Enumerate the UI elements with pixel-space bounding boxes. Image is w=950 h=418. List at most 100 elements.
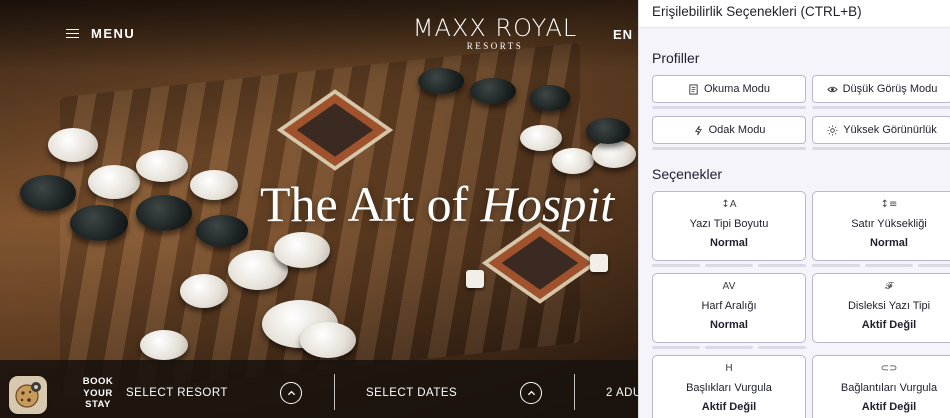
select-dates-dropdown[interactable]: SELECT DATES: [366, 387, 457, 399]
option-level-segment: [812, 264, 860, 267]
checker-black: [70, 205, 128, 241]
profile-indicator: [812, 106, 950, 109]
accessibility-panel: Erişilebilirlik Seçenekleri (CTRL+B) Pro…: [638, 0, 950, 418]
profile-label: Odak Modu: [708, 124, 766, 136]
chevron-up-icon: [527, 390, 535, 395]
reading-mode-button[interactable]: Okuma Modu: [652, 75, 806, 103]
divider: [574, 374, 575, 410]
cookie-icon: [15, 382, 41, 408]
maxx-royal-logo[interactable]: MAXX ROYAL RESORTS: [410, 14, 580, 51]
focus-mode-button[interactable]: Odak Modu: [652, 116, 806, 144]
checker-white: [180, 274, 228, 308]
link-icon: ⊂⊃: [880, 363, 898, 374]
hero-headline: The Art of Hospit: [260, 176, 614, 232]
highlight-headings-option[interactable]: H Başlıkları Vurgula Aktif Değil: [652, 355, 806, 418]
headline-italic: Hospit: [480, 176, 615, 232]
panel-header: Erişilebilirlik Seçenekleri (CTRL+B): [639, 0, 950, 28]
profile-indicator: [652, 106, 806, 109]
option-name: Satır Yüksekliği: [851, 218, 927, 230]
checker-white: [48, 128, 98, 162]
option-state: Normal: [710, 319, 748, 331]
checker-black: [470, 78, 516, 104]
font-size-icon: ↕A: [721, 199, 737, 210]
option-state: Normal: [710, 237, 748, 249]
resort-chevron-button[interactable]: [280, 382, 302, 404]
profile-label: Okuma Modu: [703, 83, 771, 95]
option-level-segment: [758, 346, 806, 349]
profile-indicator: [812, 147, 950, 150]
menu-button[interactable]: MENU: [66, 26, 135, 41]
checker-white: [190, 170, 238, 200]
dyslexia-font-icon: 𝓕: [885, 281, 893, 292]
option-name: Disleksi Yazı Tipi: [847, 300, 931, 312]
checker-black: [196, 215, 248, 247]
option-state: Aktif Değil: [701, 401, 757, 413]
option-name: Yazı Tipi Boyutu: [689, 218, 769, 230]
checker-white: [552, 148, 594, 174]
checker-white: [140, 330, 188, 360]
options-heading: Seçenekler: [652, 166, 723, 182]
dyslexia-font-option[interactable]: 𝓕 Disleksi Yazı Tipi Aktif Değil: [812, 273, 950, 343]
option-level-segment: [705, 264, 753, 267]
select-resort-dropdown[interactable]: SELECT RESORT: [126, 387, 228, 399]
dice: [466, 270, 484, 288]
option-level-segment: [865, 264, 913, 267]
checker-black: [418, 68, 464, 94]
option-level-segment: [652, 264, 700, 267]
checker-black: [20, 175, 76, 211]
checker-white: [274, 232, 330, 268]
guests-dropdown[interactable]: 2 ADU: [606, 387, 642, 399]
hamburger-icon: [66, 28, 79, 39]
profile-indicator: [652, 147, 806, 150]
highlight-links-option[interactable]: ⊂⊃ Bağlantıları Vurgula Aktif Değil: [812, 355, 950, 418]
high-visibility-button[interactable]: Yüksek Görünürlük: [812, 116, 950, 144]
font-size-option[interactable]: ↕A Yazı Tipi Boyutu Normal: [652, 191, 806, 261]
low-vision-mode-button[interactable]: Düşük Görüş Modu: [812, 75, 950, 103]
profile-label: Düşük Görüş Modu: [842, 83, 938, 95]
chevron-up-icon: [287, 390, 295, 395]
checker-black: [530, 85, 570, 111]
option-name: Başlıkları Vurgula: [686, 382, 772, 394]
book-your-stay-label: BOOK YOUR STAY: [80, 376, 116, 411]
document-icon: [689, 83, 698, 95]
book-line: BOOK: [82, 376, 114, 387]
cookie-settings-button[interactable]: [9, 376, 47, 414]
option-level-segment: [758, 264, 806, 267]
option-level-segment: [705, 346, 753, 349]
line-height-option[interactable]: ↕≡ Satır Yüksekliği Normal: [812, 191, 950, 261]
option-name: Harf Aralığı: [701, 300, 757, 312]
letter-spacing-icon: AV: [722, 281, 736, 292]
headline-plain: The Art of: [260, 176, 481, 232]
checker-black: [136, 195, 192, 231]
option-level-segment: [918, 264, 950, 267]
panel-title: Erişilebilirlik Seçenekleri (CTRL+B): [652, 4, 862, 19]
letter-spacing-option[interactable]: AV Harf Aralığı Normal: [652, 273, 806, 343]
eye-icon: [826, 86, 838, 92]
option-name: Bağlantıları Vurgula: [840, 382, 938, 394]
divider: [334, 374, 335, 410]
dates-chevron-button[interactable]: [520, 382, 542, 404]
profiles-heading: Profiller: [652, 50, 700, 66]
dice: [590, 254, 608, 272]
profile-label: Yüksek Görünürlük: [843, 124, 937, 136]
checker-white: [88, 165, 140, 199]
option-state: Aktif Değil: [861, 319, 917, 331]
sun-icon: [827, 124, 838, 136]
logo-subtitle: RESORTS: [466, 41, 524, 51]
book-line: STAY: [85, 399, 111, 410]
line-height-icon: ↕≡: [880, 199, 898, 210]
checker-white: [520, 125, 562, 151]
checker-black: [586, 118, 630, 144]
menu-label: MENU: [91, 26, 136, 41]
lightning-icon: [694, 125, 702, 135]
option-state: Aktif Değil: [861, 401, 917, 413]
logo-wordmark: MAXX ROYAL: [412, 14, 578, 42]
checker-white: [592, 140, 636, 168]
checker-white: [300, 322, 356, 358]
book-line: YOUR: [83, 387, 113, 399]
option-level-segment: [652, 346, 700, 349]
option-state: Normal: [870, 237, 908, 249]
heading-icon: H: [725, 363, 733, 374]
language-selector[interactable]: EN: [613, 27, 633, 42]
checker-white: [136, 150, 188, 182]
